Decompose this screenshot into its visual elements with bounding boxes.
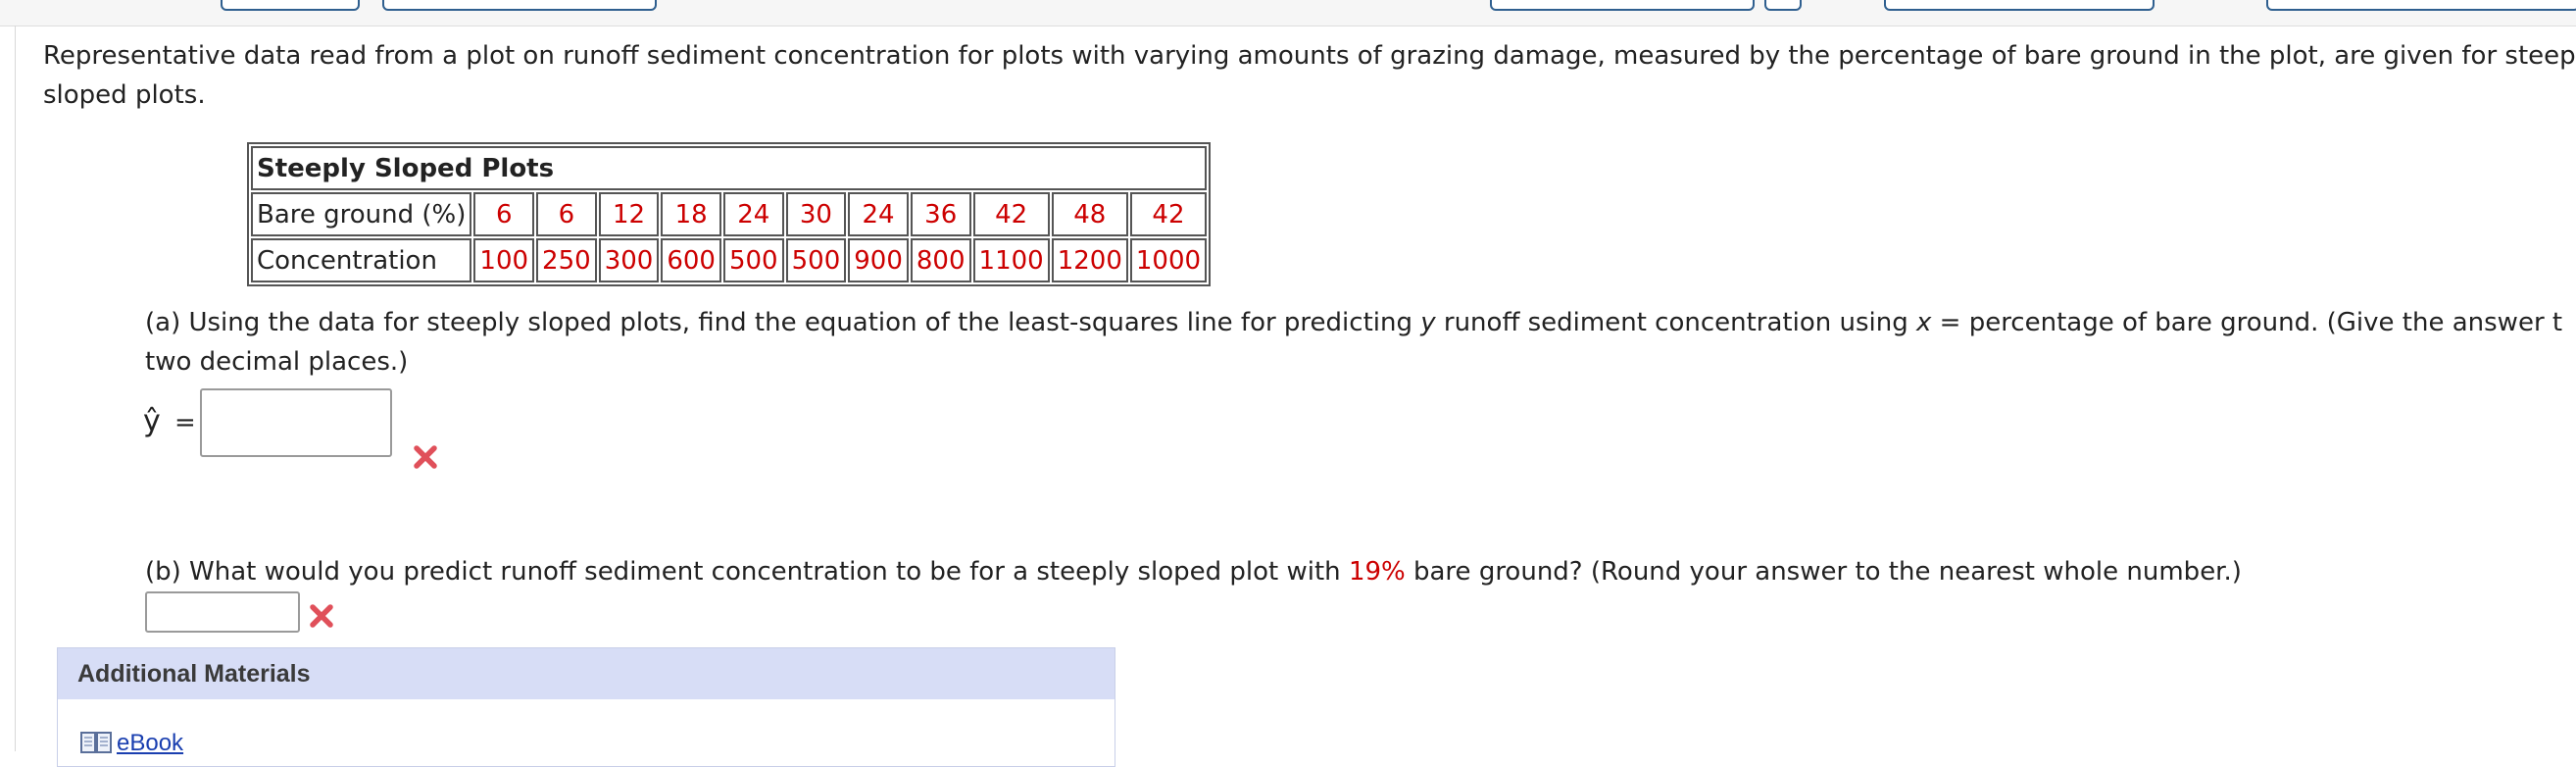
book-icon (80, 732, 112, 753)
ebook-link[interactable]: eBook (79, 729, 183, 757)
toolbar-button[interactable] (221, 0, 360, 11)
concentration-value: 500 (722, 238, 784, 282)
bare-ground-value: 48 (1051, 192, 1128, 236)
left-divider (15, 26, 16, 751)
part-a-text: = percentage of bare ground. (Give the a… (1931, 308, 2563, 337)
bare-ground-value: 6 (536, 192, 597, 236)
part-a-question: (a) Using the data for steeply sloped pl… (145, 303, 2562, 382)
problem-intro: Representative data read from a plot on … (43, 36, 2576, 115)
bare-ground-value: 6 (473, 192, 535, 236)
table-title-row: Steeply Sloped Plots (251, 146, 1208, 190)
concentration-value: 900 (848, 238, 909, 282)
concentration-value: 300 (598, 238, 660, 282)
y-hat-symbol: ŷ (143, 404, 161, 438)
toolbar-button[interactable] (2266, 0, 2576, 11)
additional-materials-header: Additional Materials (58, 648, 1115, 699)
bare-ground-value: 42 (1129, 192, 1208, 236)
part-b-answer-input[interactable] (145, 591, 300, 633)
toolbar-button[interactable] (1490, 0, 1755, 11)
bare-ground-value: 24 (722, 192, 784, 236)
x-mark-icon (414, 445, 437, 469)
top-toolbar-strip (0, 0, 2576, 26)
part-b-text: bare ground? (Round your answer to the n… (1405, 557, 2242, 587)
part-a-line-1: (a) Using the data for steeply sloped pl… (145, 303, 2562, 342)
concentration-value: 250 (536, 238, 597, 282)
variable-x: x (1915, 308, 1932, 337)
concentration-label: Concentration (251, 238, 472, 282)
part-a-text: runoff sediment concentration using (1435, 308, 1916, 337)
part-a-line-2: two decimal places.) (145, 347, 409, 377)
bare-ground-value: 18 (661, 192, 721, 236)
concentration-value: 600 (661, 238, 721, 282)
equals-sign: = (174, 408, 196, 437)
toolbar-button[interactable] (1764, 0, 1802, 11)
toolbar-button[interactable] (1884, 0, 2155, 11)
part-b-text: (b) What would you predict runoff sedime… (145, 557, 1349, 587)
concentration-row: Concentration 100 250 300 600 500 500 90… (251, 238, 1208, 282)
part-b-question: (b) What would you predict runoff sedime… (145, 552, 2242, 591)
concentration-value: 1200 (1051, 238, 1128, 282)
steeply-sloped-data-table: Steeply Sloped Plots Bare ground (%) 6 6… (247, 142, 1212, 286)
x-mark-icon (310, 604, 333, 628)
toolbar-button[interactable] (382, 0, 657, 11)
concentration-value: 100 (473, 238, 535, 282)
concentration-value: 800 (910, 238, 971, 282)
bare-ground-value: 42 (972, 192, 1050, 236)
variable-y: y (1420, 308, 1436, 337)
concentration-value: 500 (785, 238, 847, 282)
intro-line-2: sloped plots. (43, 80, 206, 110)
part-a-text: (a) Using the data for steeply sloped pl… (145, 308, 1421, 337)
ebook-link-label[interactable]: eBook (117, 730, 183, 756)
bare-ground-value: 36 (910, 192, 971, 236)
additional-materials-panel: Additional Materials eBook (57, 647, 1115, 767)
bare-ground-value: 30 (785, 192, 847, 236)
bare-ground-label: Bare ground (%) (251, 192, 472, 236)
intro-line-1: Representative data read from a plot on … (43, 41, 2576, 71)
concentration-value: 1000 (1129, 238, 1208, 282)
bare-ground-value: 24 (848, 192, 909, 236)
bare-ground-row: Bare ground (%) 6 6 12 18 24 30 24 36 42… (251, 192, 1208, 236)
part-a-answer-input[interactable] (200, 388, 392, 457)
concentration-value: 1100 (972, 238, 1050, 282)
bare-ground-highlight: 19% (1348, 557, 1406, 587)
bare-ground-value: 12 (598, 192, 660, 236)
table-title: Steeply Sloped Plots (251, 146, 1208, 190)
